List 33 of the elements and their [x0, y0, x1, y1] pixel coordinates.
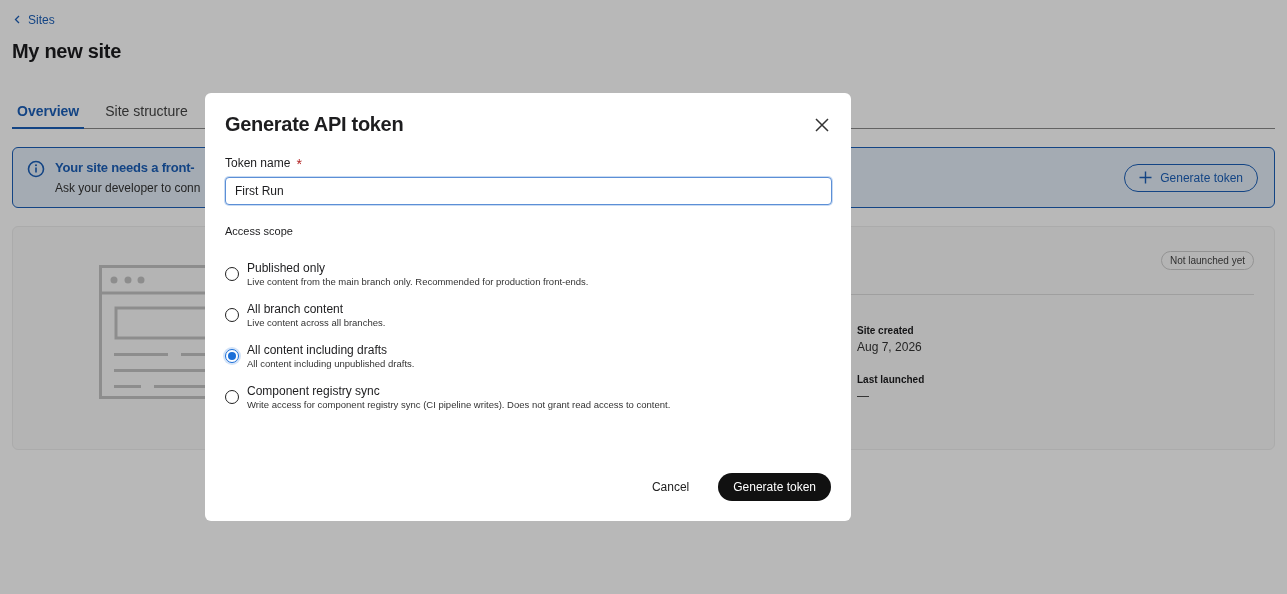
option-label: All branch content	[247, 302, 345, 316]
field-label: Token name	[225, 156, 291, 172]
detail-value: Aug 7, 2026	[857, 340, 923, 354]
required-mark: *	[296, 156, 302, 172]
option-label: All content including drafts	[247, 343, 389, 357]
radio-button[interactable]	[225, 267, 239, 281]
banner-title: Your site needs a front-	[55, 160, 196, 175]
page-title: My new site	[12, 40, 122, 63]
back-chevron-icon	[14, 15, 20, 24]
tab[interactable]: Overview	[12, 99, 85, 129]
dialog-title: Generate API token	[225, 113, 404, 136]
option-label: Published only	[247, 261, 327, 275]
token-name-field[interactable]: First Run	[225, 177, 832, 205]
option-description: All content including unpublished drafts.	[247, 358, 415, 369]
option-label: Component registry sync	[247, 384, 381, 398]
tab[interactable]: Site structure	[100, 99, 193, 129]
radio-button[interactable]	[225, 349, 239, 363]
info-icon	[27, 160, 45, 178]
radio-button[interactable]	[225, 390, 239, 404]
banner-text: Ask your developer to conn	[55, 181, 201, 195]
back-link[interactable]: Sites	[12, 12, 55, 27]
option-description: Live content across all branches.	[247, 317, 386, 328]
detail-value: —	[857, 389, 870, 403]
radio-button[interactable]	[225, 308, 239, 322]
cancel-button[interactable]: Cancel	[636, 473, 705, 501]
access-scope-label: Access scope	[225, 225, 294, 237]
plus-icon	[1139, 171, 1153, 184]
generate-token-button[interactable]: Generate token	[718, 473, 831, 501]
detail-label: Last launched	[857, 374, 926, 385]
option-description: Live content from the main branch only. Recommended for production front-ends.	[247, 276, 589, 287]
detail-label: Site created	[857, 325, 915, 336]
option-description: Write access for component registry sync (CI pipeline writes). Does not grant read access to content.	[247, 399, 671, 410]
close-button[interactable]	[813, 115, 831, 134]
